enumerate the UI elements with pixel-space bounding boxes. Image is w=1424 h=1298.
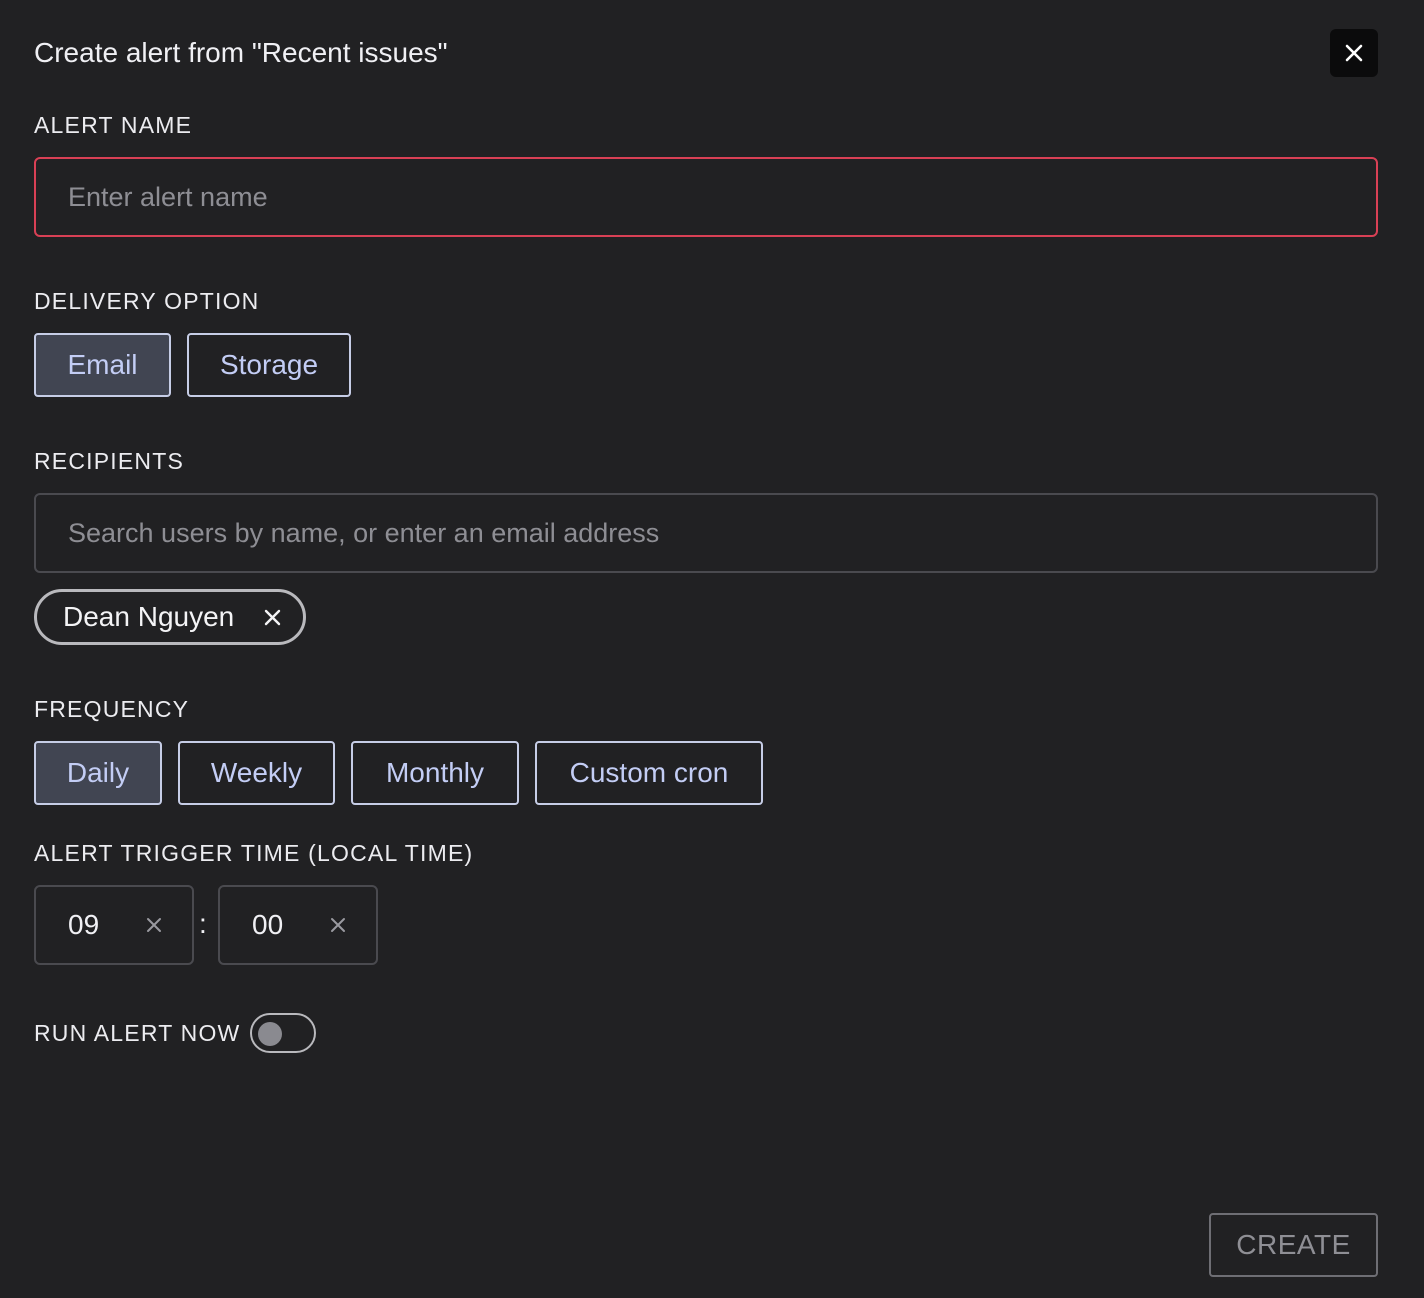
- recipients-search-input[interactable]: [34, 493, 1378, 573]
- hour-input[interactable]: 09: [34, 885, 194, 965]
- alert-name-input[interactable]: [34, 157, 1378, 237]
- dialog-title: Create alert from "Recent issues": [34, 37, 448, 68]
- recipient-chip-name: Dean Nguyen: [63, 601, 235, 632]
- frequency-label: FREQUENCY: [34, 696, 190, 722]
- frequency-custom-cron-button[interactable]: Custom cron: [535, 741, 763, 805]
- run-alert-now-toggle[interactable]: [250, 1013, 316, 1053]
- delivery-option-label: DELIVERY OPTION: [34, 288, 260, 314]
- clear-minute-button[interactable]: [330, 917, 346, 933]
- delivery-option-group: Email Storage: [34, 333, 351, 397]
- close-icon: [147, 918, 161, 932]
- minute-value: 00: [252, 909, 284, 940]
- time-separator: :: [199, 908, 207, 939]
- frequency-weekly-button[interactable]: Weekly: [178, 741, 335, 805]
- delivery-storage-button[interactable]: Storage: [187, 333, 351, 397]
- create-button[interactable]: CREATE: [1209, 1213, 1378, 1277]
- close-button[interactable]: [1330, 29, 1378, 77]
- close-icon: [265, 609, 281, 625]
- create-alert-dialog: Create alert from "Recent issues" ALERT …: [0, 0, 1424, 1298]
- run-alert-now-label: RUN ALERT NOW: [34, 1020, 241, 1046]
- recipient-chip: Dean Nguyen: [34, 589, 307, 645]
- delivery-email-button[interactable]: Email: [34, 333, 171, 397]
- recipients-label: RECIPIENTS: [34, 448, 185, 474]
- frequency-group: Daily Weekly Monthly Custom cron: [34, 741, 763, 805]
- close-icon: [331, 918, 345, 932]
- alert-name-label: ALERT NAME: [34, 112, 193, 138]
- clear-hour-button[interactable]: [146, 917, 162, 933]
- frequency-monthly-button[interactable]: Monthly: [351, 741, 519, 805]
- frequency-daily-button[interactable]: Daily: [34, 741, 162, 805]
- close-icon: [1345, 44, 1363, 62]
- toggle-knob: [258, 1022, 282, 1046]
- remove-recipient-button[interactable]: [264, 609, 281, 626]
- trigger-time-label: ALERT TRIGGER TIME (LOCAL TIME): [34, 840, 474, 866]
- hour-value: 09: [68, 909, 100, 940]
- minute-input[interactable]: 00: [218, 885, 378, 965]
